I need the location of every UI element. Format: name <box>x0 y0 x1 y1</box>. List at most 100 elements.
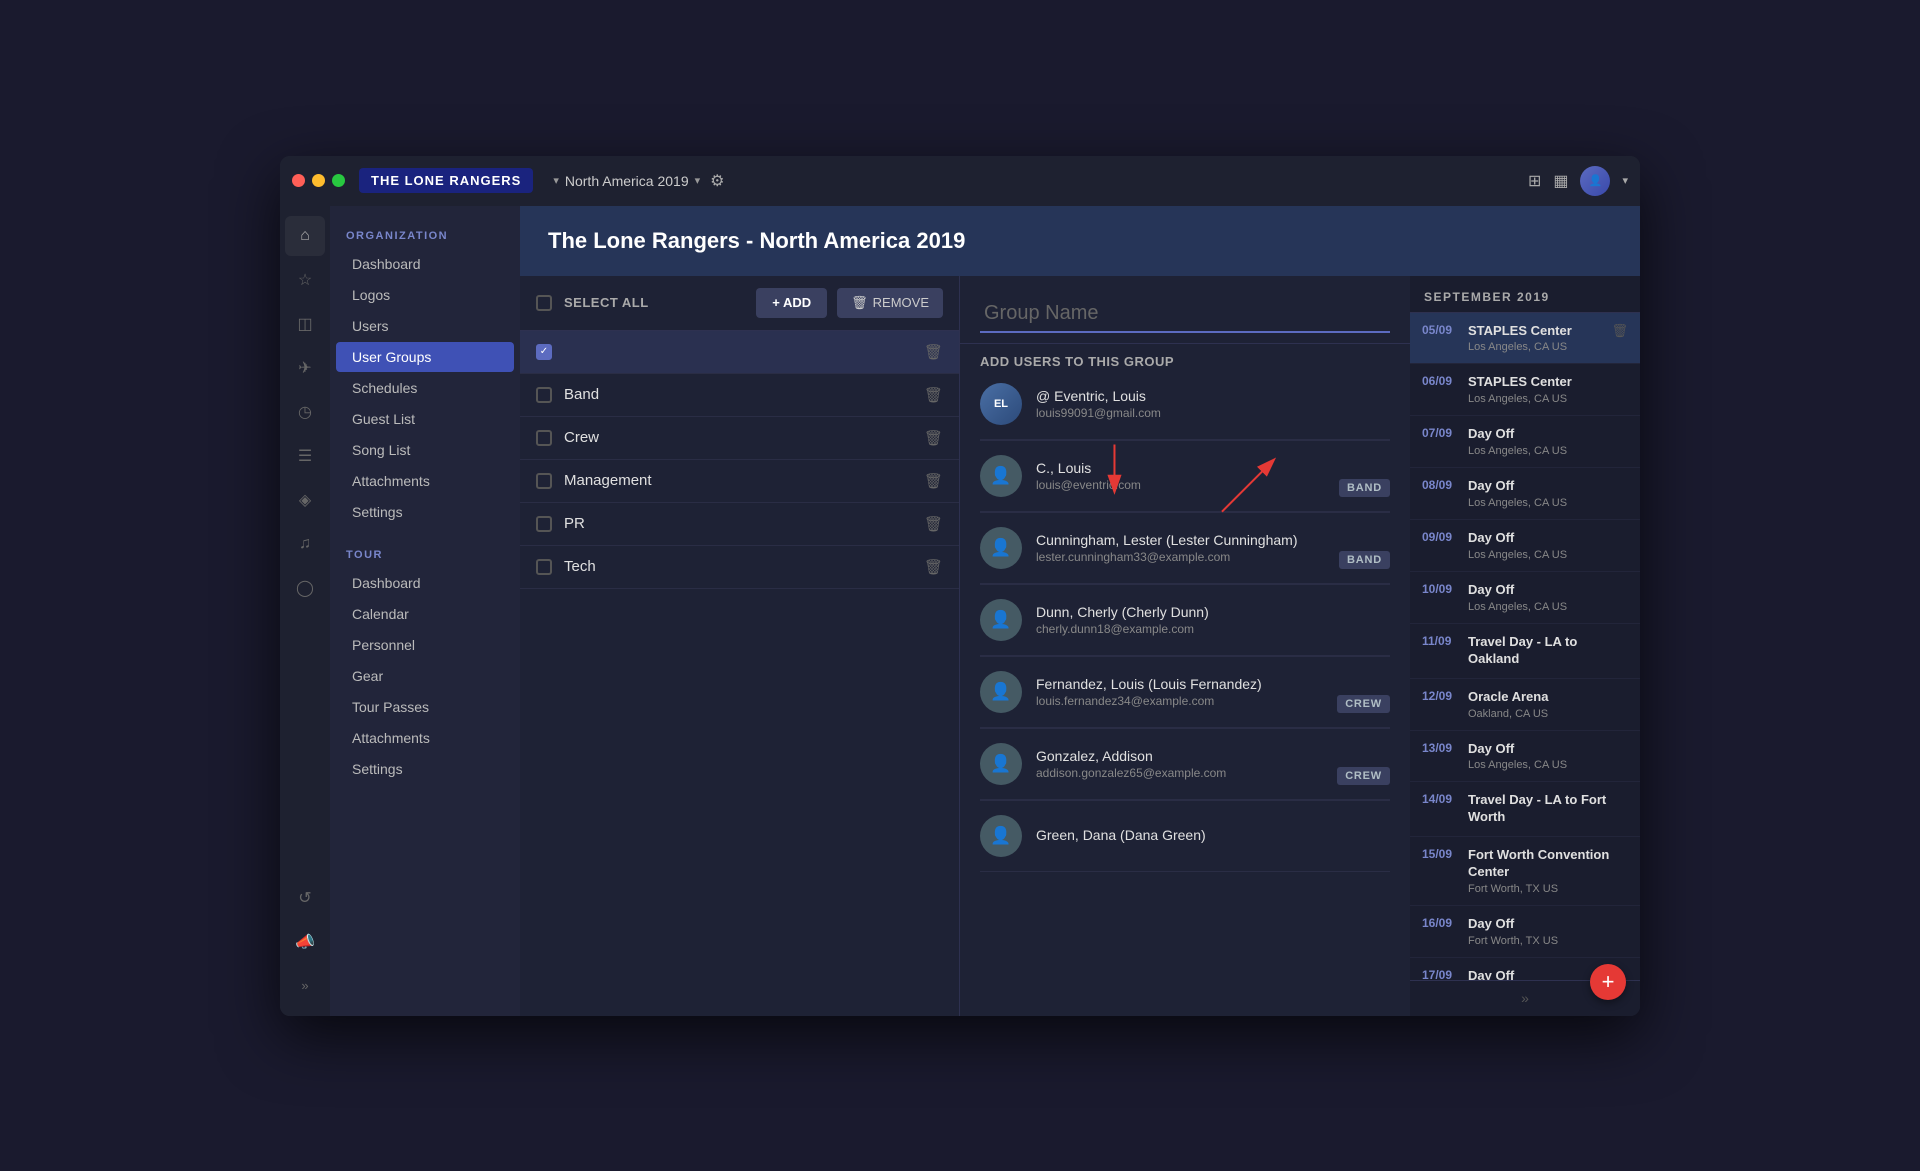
schedule-item[interactable]: 06/09 STAPLES Center Los Angeles, CA US <box>1410 364 1640 416</box>
main-area: ⌂ ☆ ◫ ✈ ◷ ☰ ◈ ♫ ◯ ↺ 📣 » ORGANIZATION Das… <box>280 206 1640 1016</box>
table-view-icon[interactable]: ⊞ <box>1528 171 1541 191</box>
user-info: Dunn, Cherly (Cherly Dunn) cherly.dunn18… <box>1036 604 1390 636</box>
schedule-location: Los Angeles, CA US <box>1468 393 1628 405</box>
sidebar-item-users[interactable]: Users <box>336 311 514 341</box>
user-item[interactable]: 👤 Gonzalez, Addison addison.gonzalez65@e… <box>980 729 1390 800</box>
group-item[interactable]: PR 🗑 <box>520 503 959 546</box>
schedule-item[interactable]: 09/09 Day Off Los Angeles, CA US <box>1410 520 1640 572</box>
schedule-item[interactable]: 13/09 Day Off Los Angeles, CA US <box>1410 731 1640 783</box>
schedule-date: 16/09 <box>1422 916 1458 930</box>
schedule-info: Day Off Los Angeles, CA US <box>1468 426 1628 457</box>
nav-tag[interactable]: ◈ <box>285 480 325 520</box>
schedule-item[interactable]: 11/09 Travel Day - LA to Oakland <box>1410 624 1640 679</box>
group-item[interactable]: ✓ 🗑 <box>520 331 959 374</box>
calendar-view-icon[interactable]: ▦ <box>1553 171 1568 191</box>
tour-selector[interactable]: ▾ North America 2019 ▾ ⚙ <box>553 171 724 191</box>
delete-group-icon[interactable]: 🗑 <box>924 343 943 361</box>
schedule-item[interactable]: 16/09 Day Off Fort Worth, TX US <box>1410 906 1640 958</box>
select-all-checkbox[interactable] <box>536 295 552 311</box>
delete-group-icon[interactable]: 🗑 <box>924 386 943 404</box>
group-checkbox[interactable] <box>536 559 552 575</box>
delete-group-icon[interactable]: 🗑 <box>924 515 943 533</box>
maximize-button[interactable] <box>332 174 345 187</box>
add-schedule-fab[interactable]: + <box>1590 964 1626 1000</box>
sidebar-item-attachments-tour[interactable]: Attachments <box>336 723 514 753</box>
sidebar-item-guest-list[interactable]: Guest List <box>336 404 514 434</box>
sidebar-item-song-list[interactable]: Song List <box>336 435 514 465</box>
user-item[interactable]: 👤 Fernandez, Louis (Louis Fernandez) lou… <box>980 657 1390 728</box>
nav-megaphone[interactable]: 📣 <box>285 922 325 962</box>
user-item[interactable]: EL @ Eventric, Louis louis99091@gmail.co… <box>980 369 1390 440</box>
sidebar-item-dashboard-org[interactable]: Dashboard <box>336 249 514 279</box>
group-item[interactable]: Management 🗑 <box>520 460 959 503</box>
gear-icon[interactable]: ⚙ <box>710 171 724 191</box>
user-item[interactable]: 👤 C., Louis louis@eventric.com BAND <box>980 441 1390 512</box>
group-checkbox[interactable] <box>536 430 552 446</box>
groups-toolbar: SELECT ALL + ADD 🗑 REMOVE <box>520 276 959 331</box>
sidebar-item-dashboard-tour[interactable]: Dashboard <box>336 568 514 598</box>
schedule-item[interactable]: 12/09 Oracle Arena Oakland, CA US <box>1410 679 1640 731</box>
nav-music[interactable]: ♫ <box>285 524 325 564</box>
remove-button[interactable]: 🗑 REMOVE <box>837 288 943 318</box>
group-item[interactable]: Band 🗑 <box>520 374 959 417</box>
user-email: louis99091@gmail.com <box>1036 406 1390 420</box>
sidebar-item-personnel[interactable]: Personnel <box>336 630 514 660</box>
nav-chat[interactable]: ◯ <box>285 568 325 608</box>
add-button[interactable]: + ADD <box>756 288 827 318</box>
sidebar-item-user-groups[interactable]: User Groups <box>336 342 514 372</box>
delete-schedule-icon[interactable]: 🗑 <box>1611 323 1628 339</box>
schedule-info: STAPLES Center Los Angeles, CA US <box>1468 323 1601 354</box>
user-avatar: 👤 <box>980 527 1022 569</box>
group-name-input[interactable] <box>980 296 1390 333</box>
group-name-label: Tech <box>564 558 912 575</box>
sidebar-item-settings-org[interactable]: Settings <box>336 497 514 527</box>
group-item[interactable]: Crew 🗑 <box>520 417 959 460</box>
sidebar-item-attachments-org[interactable]: Attachments <box>336 466 514 496</box>
schedule-item[interactable]: 08/09 Day Off Los Angeles, CA US <box>1410 468 1640 520</box>
schedule-item[interactable]: 15/09 Fort Worth Convention Center Fort … <box>1410 837 1640 906</box>
sidebar-item-gear[interactable]: Gear <box>336 661 514 691</box>
nav-briefcase[interactable]: ◫ <box>285 304 325 344</box>
group-checkbox[interactable] <box>536 516 552 532</box>
group-checkbox[interactable] <box>536 473 552 489</box>
sidebar-item-logos[interactable]: Logos <box>336 280 514 310</box>
user-info: C., Louis louis@eventric.com <box>1036 460 1390 492</box>
nav-plane[interactable]: ✈ <box>285 348 325 388</box>
schedule-item[interactable]: 07/09 Day Off Los Angeles, CA US <box>1410 416 1640 468</box>
chevron-left-icon: ▾ <box>553 174 559 187</box>
nav-home[interactable]: ⌂ <box>285 216 325 256</box>
sidebar-item-tour-passes[interactable]: Tour Passes <box>336 692 514 722</box>
group-item[interactable]: Tech 🗑 <box>520 546 959 589</box>
nav-refresh[interactable]: ↺ <box>285 878 325 918</box>
schedule-info: STAPLES Center Los Angeles, CA US <box>1468 374 1628 405</box>
schedule-location: Fort Worth, TX US <box>1468 935 1628 947</box>
toolbar-actions: + ADD 🗑 REMOVE <box>756 288 943 318</box>
groups-panel: SELECT ALL + ADD 🗑 REMOVE ✓ <box>520 276 960 1016</box>
sidebar-item-calendar[interactable]: Calendar <box>336 599 514 629</box>
user-chevron-icon[interactable]: ▾ <box>1622 174 1628 187</box>
nav-star[interactable]: ☆ <box>285 260 325 300</box>
delete-group-icon[interactable]: 🗑 <box>924 472 943 490</box>
nav-list[interactable]: ☰ <box>285 436 325 476</box>
group-checkbox[interactable]: ✓ <box>536 344 552 360</box>
group-name-label: PR <box>564 515 912 532</box>
nav-collapse[interactable]: » <box>285 966 325 1006</box>
minimize-button[interactable] <box>312 174 325 187</box>
nav-clock[interactable]: ◷ <box>285 392 325 432</box>
user-item[interactable]: 👤 Cunningham, Lester (Lester Cunningham)… <box>980 513 1390 584</box>
schedule-item[interactable]: 10/09 Day Off Los Angeles, CA US <box>1410 572 1640 624</box>
user-avatar[interactable]: 👤 <box>1580 166 1610 196</box>
close-button[interactable] <box>292 174 305 187</box>
user-item[interactable]: 👤 Dunn, Cherly (Cherly Dunn) cherly.dunn… <box>980 585 1390 656</box>
sidebar-item-settings-tour[interactable]: Settings <box>336 754 514 784</box>
user-item[interactable]: 👤 Green, Dana (Dana Green) <box>980 801 1390 872</box>
group-checkbox[interactable] <box>536 387 552 403</box>
sidebar-item-schedules[interactable]: Schedules <box>336 373 514 403</box>
schedule-item[interactable]: 05/09 STAPLES Center Los Angeles, CA US … <box>1410 313 1640 365</box>
group-name-label: Band <box>564 386 912 403</box>
page-title: The Lone Rangers - North America 2019 <box>548 228 1612 254</box>
schedule-date: 07/09 <box>1422 426 1458 440</box>
schedule-item[interactable]: 14/09 Travel Day - LA to Fort Worth <box>1410 782 1640 837</box>
delete-group-icon[interactable]: 🗑 <box>924 558 943 576</box>
delete-group-icon[interactable]: 🗑 <box>924 429 943 447</box>
